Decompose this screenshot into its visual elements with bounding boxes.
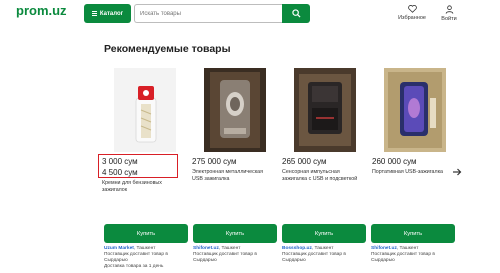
product-title[interactable]: Портативная USB-зажигалка [372,169,450,176]
product-title[interactable]: Электронная металлическая USB зажигалка [192,169,270,183]
seller-city: , Ташкент [311,246,334,251]
seller-name[interactable]: Shifonet.uz [193,246,219,251]
price-highlight-box [98,154,178,178]
seller-city: , Ташкент [133,246,156,251]
product-image[interactable] [114,68,176,152]
site-header: prom.uz Каталог Избранное Войти [0,0,500,32]
menu-icon [91,11,97,16]
seller-name[interactable]: Shifonet.uz [371,246,397,251]
catalog-label: Каталог [99,10,124,17]
product-image[interactable] [384,68,446,152]
section-title: Рекомендуемые товары [104,43,231,55]
search-icon [291,9,301,18]
seller-info: Shifonet.uz, Ташкент Поставщик доставит … [371,246,457,264]
buy-button[interactable]: Купить [371,224,455,243]
seller-city: , Ташкент [218,246,241,251]
search-bar [134,4,310,23]
seller-name[interactable]: Uzum Market [104,246,134,251]
login-label: Войти [441,16,457,22]
delivery-note: Поставщик доставит товар в Сырдарью [282,252,346,263]
product-title[interactable]: Кремни для бензиновых зажигалок [102,180,180,194]
site-logo[interactable]: prom.uz [16,3,67,18]
user-icon [445,5,453,14]
buy-button[interactable]: Купить [193,224,277,243]
product-price: 275 000 сум [192,157,237,166]
chevron-right-icon[interactable] [452,167,462,177]
delivery-note: Поставщик доставит товар в Сырдарью [193,252,257,263]
delivery-time: Доставка товара за 1 день [104,264,164,269]
delivery-note: Поставщик доставит товар в Сырдарью [371,252,435,263]
buy-button[interactable]: Купить [282,224,366,243]
delivery-note: Поставщик доставит товар в Сырдарью [104,252,168,263]
search-button[interactable] [282,4,310,23]
buy-button[interactable]: Купить [104,224,188,243]
catalog-button[interactable]: Каталог [84,4,131,23]
seller-city: , Ташкент [396,246,419,251]
favorites-button[interactable]: Избранное [397,5,427,27]
seller-info: Uzum Market, Ташкент Поставщик доставит … [104,246,190,270]
search-input[interactable] [134,4,282,23]
login-button[interactable]: Войти [434,5,464,27]
product-title[interactable]: Сенсорная импульсная зажигалка с USB и п… [282,169,360,183]
product-price: 260 000 сум [372,157,417,166]
product-image[interactable] [294,68,356,152]
seller-name[interactable]: Bossshop.uz [282,246,312,251]
heart-icon [407,5,417,13]
seller-info: Shifonet.uz, Ташкент Поставщик доставит … [193,246,279,264]
product-image[interactable] [204,68,266,152]
favorites-label: Избранное [398,15,426,21]
product-price: 265 000 сум [282,157,327,166]
seller-info: Bossshop.uz, Ташкент Поставщик доставит … [282,246,368,264]
